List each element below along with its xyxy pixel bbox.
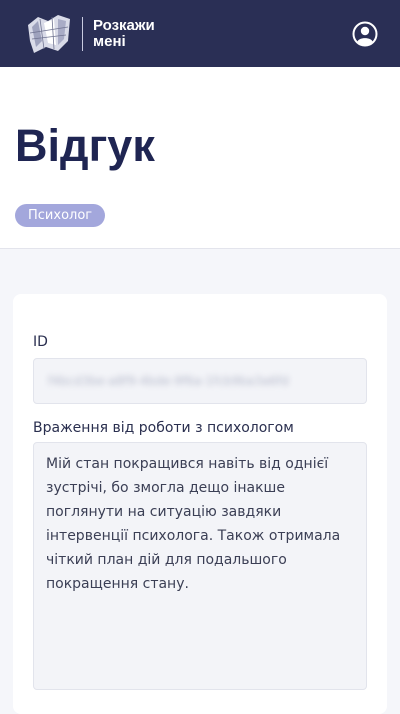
app-header: Розкажи мені <box>0 0 400 67</box>
map-logo-icon[interactable] <box>24 11 74 57</box>
feedback-label: Враження від роботи з психологом <box>33 420 294 436</box>
brand-divider <box>82 16 83 51</box>
feedback-textarea[interactable]: Мій стан покращився навіть від однієї зу… <box>33 442 367 690</box>
header-divider <box>0 248 400 249</box>
id-field[interactable]: f4bcd3be-a8f9-4bde-9f6a-1fcb9ba3a6fd <box>33 358 367 404</box>
brand-name[interactable]: Розкажи мені <box>93 17 173 50</box>
user-profile-icon[interactable] <box>352 21 378 47</box>
page-header: Відгук Психолог <box>0 67 400 248</box>
id-label: ID <box>33 334 48 350</box>
feedback-card: ID f4bcd3be-a8f9-4bde-9f6a-1fcb9ba3a6fd … <box>13 294 387 714</box>
id-value: f4bcd3be-a8f9-4bde-9f6a-1fcb9ba3a6fd <box>48 374 289 388</box>
page-title: Відгук <box>15 120 155 171</box>
role-badge: Психолог <box>15 204 106 227</box>
